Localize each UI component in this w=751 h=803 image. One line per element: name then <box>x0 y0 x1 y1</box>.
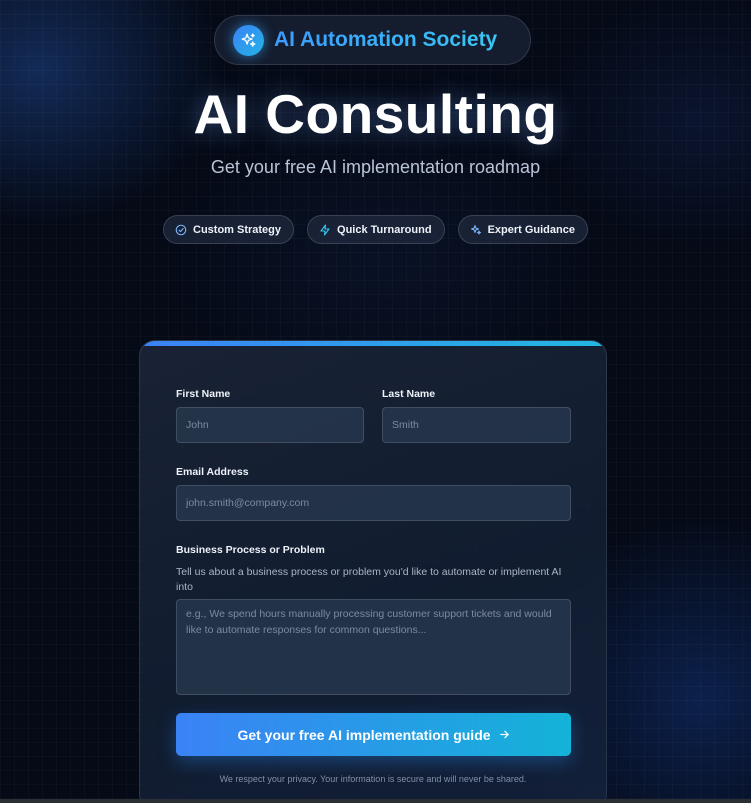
card-accent-bar <box>140 341 606 346</box>
page-subtitle: Get your free AI implementation roadmap <box>210 157 541 177</box>
feature-chip-label: Quick Turnaround <box>337 223 432 236</box>
lightning-icon <box>319 223 331 236</box>
email-input[interactable] <box>176 485 571 521</box>
consultation-form: First Name Last Name Email Address Busin… <box>139 340 607 803</box>
brand-badge: AI Automation Society <box>214 15 531 65</box>
arrow-right-icon <box>499 727 510 743</box>
feature-chips: Custom Strategy Quick Turnaround Expert … <box>0 215 751 244</box>
sparkles-icon <box>470 224 482 236</box>
window-bottom-edge <box>0 799 751 803</box>
email-label: Email Address <box>176 466 249 478</box>
submit-button-label: Get your free AI implementation guide <box>237 726 491 743</box>
feature-chip-label: Custom Strategy <box>193 223 282 236</box>
feature-chip-custom-strategy: Custom Strategy <box>163 215 295 244</box>
page-title: AI Consulting <box>193 83 558 145</box>
feature-chip-label: Expert Guidance <box>487 223 575 236</box>
privacy-note: We respect your privacy. Your informatio… <box>219 774 527 784</box>
first-name-input[interactable] <box>176 407 364 443</box>
last-name-input[interactable] <box>382 407 571 443</box>
problem-hint: Tell us about a business process or prob… <box>176 566 562 593</box>
check-circle-icon <box>175 224 187 236</box>
feature-chip-expert-guidance: Expert Guidance <box>457 215 588 244</box>
problem-label: Business Process or Problem <box>176 544 325 556</box>
sparkles-icon <box>233 24 264 56</box>
feature-chip-quick-turnaround: Quick Turnaround <box>307 215 445 244</box>
brand-name: AI Automation Society <box>274 28 498 51</box>
first-name-label: First Name <box>176 388 231 400</box>
submit-button[interactable]: Get your free AI implementation guide <box>176 713 571 756</box>
problem-textarea[interactable] <box>176 599 571 695</box>
last-name-label: Last Name <box>382 388 436 400</box>
